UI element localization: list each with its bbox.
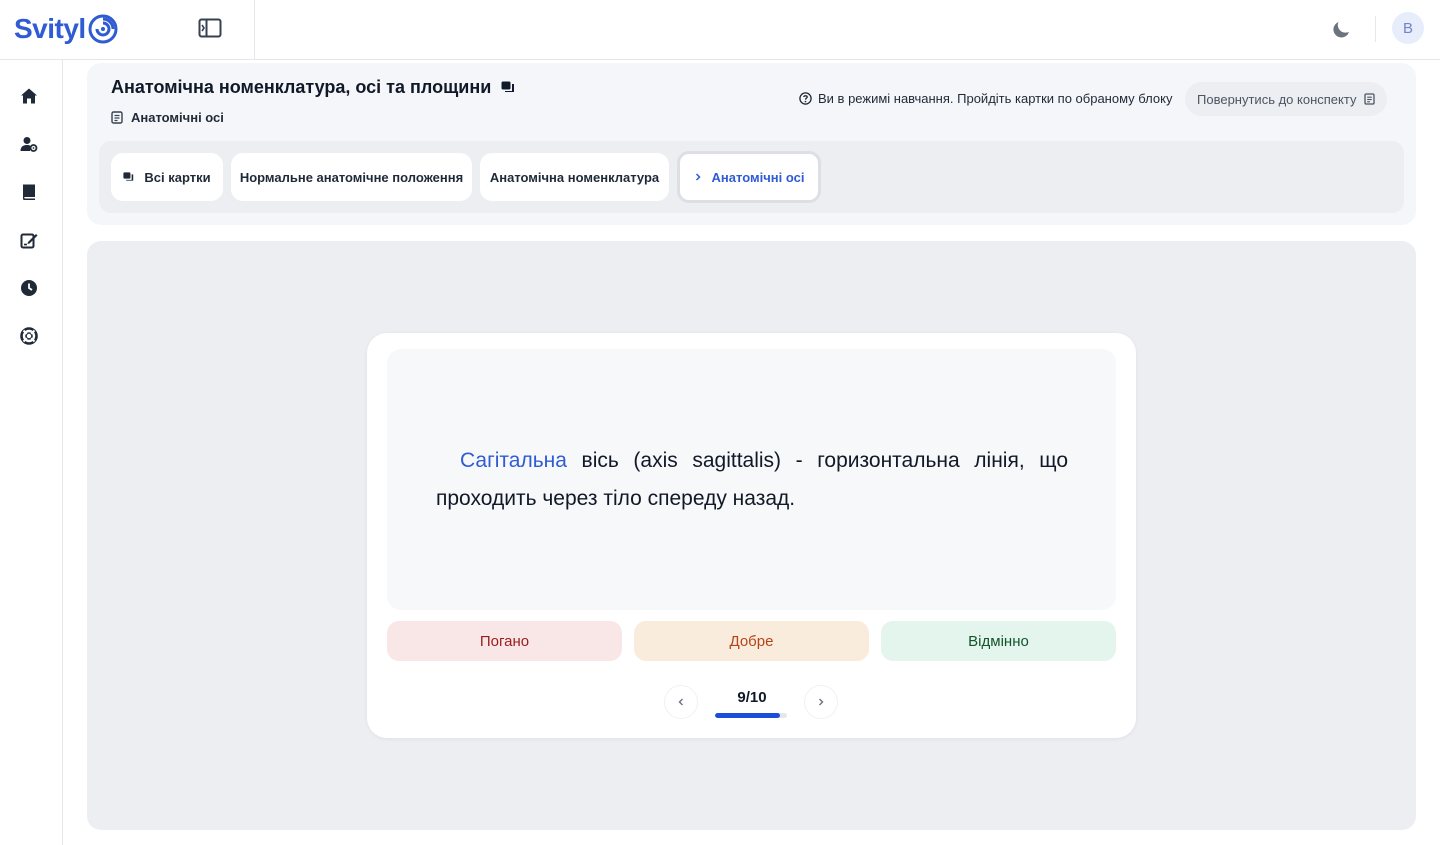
clock-icon — [21, 280, 37, 296]
top-bar: Svityl B — [0, 0, 1440, 60]
flashcard-face[interactable]: Сагітальна вісь (axis sagittalis) - гори… — [387, 349, 1116, 610]
sidebar-panel-icon — [198, 18, 222, 38]
topic-tabs: Всі картки Нормальне анатомічне положенн… — [99, 141, 1404, 213]
card-counter: 9/10 — [737, 689, 767, 706]
chevron-right-icon — [819, 698, 824, 706]
prev-card-button[interactable] — [664, 685, 698, 719]
brand-divider — [254, 0, 255, 60]
sidebar-toggle-button[interactable] — [196, 16, 224, 40]
rate-good-button[interactable]: Добре — [634, 621, 869, 661]
cards-icon — [123, 171, 134, 181]
back-to-summary-label: Повернутись до конспекту — [1197, 91, 1357, 107]
tab-label: Анатомічні осі — [711, 169, 805, 185]
side-nav — [0, 60, 63, 845]
deck-header: Анатомічна номенклатура, осі та площини … — [87, 63, 1416, 225]
card-progress-bar — [715, 713, 787, 718]
flashcard: Сагітальна вісь (axis sagittalis) - гори… — [367, 333, 1136, 738]
tab-label: Нормальне анатомічне положення — [239, 169, 464, 185]
home-icon — [21, 88, 37, 104]
study-mode-info: Ви в режимі навчання. Пройдіть картки по… — [799, 91, 1172, 106]
nav-user-settings[interactable] — [17, 132, 41, 156]
user-settings-icon — [20, 137, 38, 152]
rate-great-button[interactable]: Відмінно — [881, 621, 1116, 661]
theme-toggle-button[interactable] — [1328, 15, 1356, 43]
support-icon — [20, 327, 38, 345]
card-progress-fill — [715, 713, 780, 718]
tab-label: Анатомічна номенклатура — [489, 169, 660, 185]
tab-normal-anatomical-position[interactable]: Нормальне анатомічне положення — [231, 153, 472, 201]
page-title-text: Анатомічна номенклатура, осі та площини — [111, 77, 492, 97]
study-area: Сагітальна вісь (axis sagittalis) - гори… — [87, 241, 1416, 830]
document-icon — [111, 111, 123, 124]
nav-home[interactable] — [17, 84, 41, 108]
deck-subtitle-text: Анатомічні осі — [131, 110, 224, 125]
page-title: Анатомічна номенклатура, осі та площини — [111, 77, 515, 98]
rate-bad-button[interactable]: Погано — [387, 621, 622, 661]
app-logo[interactable]: Svityl — [14, 10, 119, 48]
chevron-left-icon — [678, 698, 683, 706]
tab-anatomical-axes[interactable]: Анатомічні осі — [677, 151, 821, 203]
tab-all-cards[interactable]: Всі картки — [111, 153, 223, 201]
logo-swirl-icon — [88, 14, 118, 44]
help-circle-icon — [799, 92, 812, 105]
next-card-button[interactable] — [804, 685, 838, 719]
topbar-separator — [1375, 16, 1376, 42]
flashcard-highlight: Сагітальна — [460, 449, 567, 472]
nav-library[interactable] — [17, 180, 41, 204]
document-icon — [1364, 93, 1376, 105]
back-to-summary-button[interactable]: Повернутись до конспекту — [1185, 82, 1388, 116]
cards-icon — [501, 81, 515, 92]
deck-subtitle: Анатомічні осі — [111, 110, 224, 125]
flashcard-text: Сагітальна вісь (axis sagittalis) - гори… — [436, 442, 1068, 518]
study-mode-text: Ви в режимі навчання. Пройдіть картки по… — [818, 91, 1173, 106]
user-avatar[interactable]: B — [1392, 12, 1424, 44]
tab-anatomical-nomenclature[interactable]: Анатомічна номенклатура — [480, 153, 669, 201]
nav-support[interactable] — [17, 324, 41, 348]
nav-history[interactable] — [17, 276, 41, 300]
chevron-right-icon — [695, 173, 701, 181]
edit-icon — [20, 233, 38, 249]
nav-notes[interactable] — [17, 228, 41, 252]
logo-text: Svityl — [14, 13, 86, 44]
book-icon — [23, 184, 35, 200]
moon-icon — [1333, 22, 1349, 38]
tab-label: Всі картки — [144, 169, 211, 185]
